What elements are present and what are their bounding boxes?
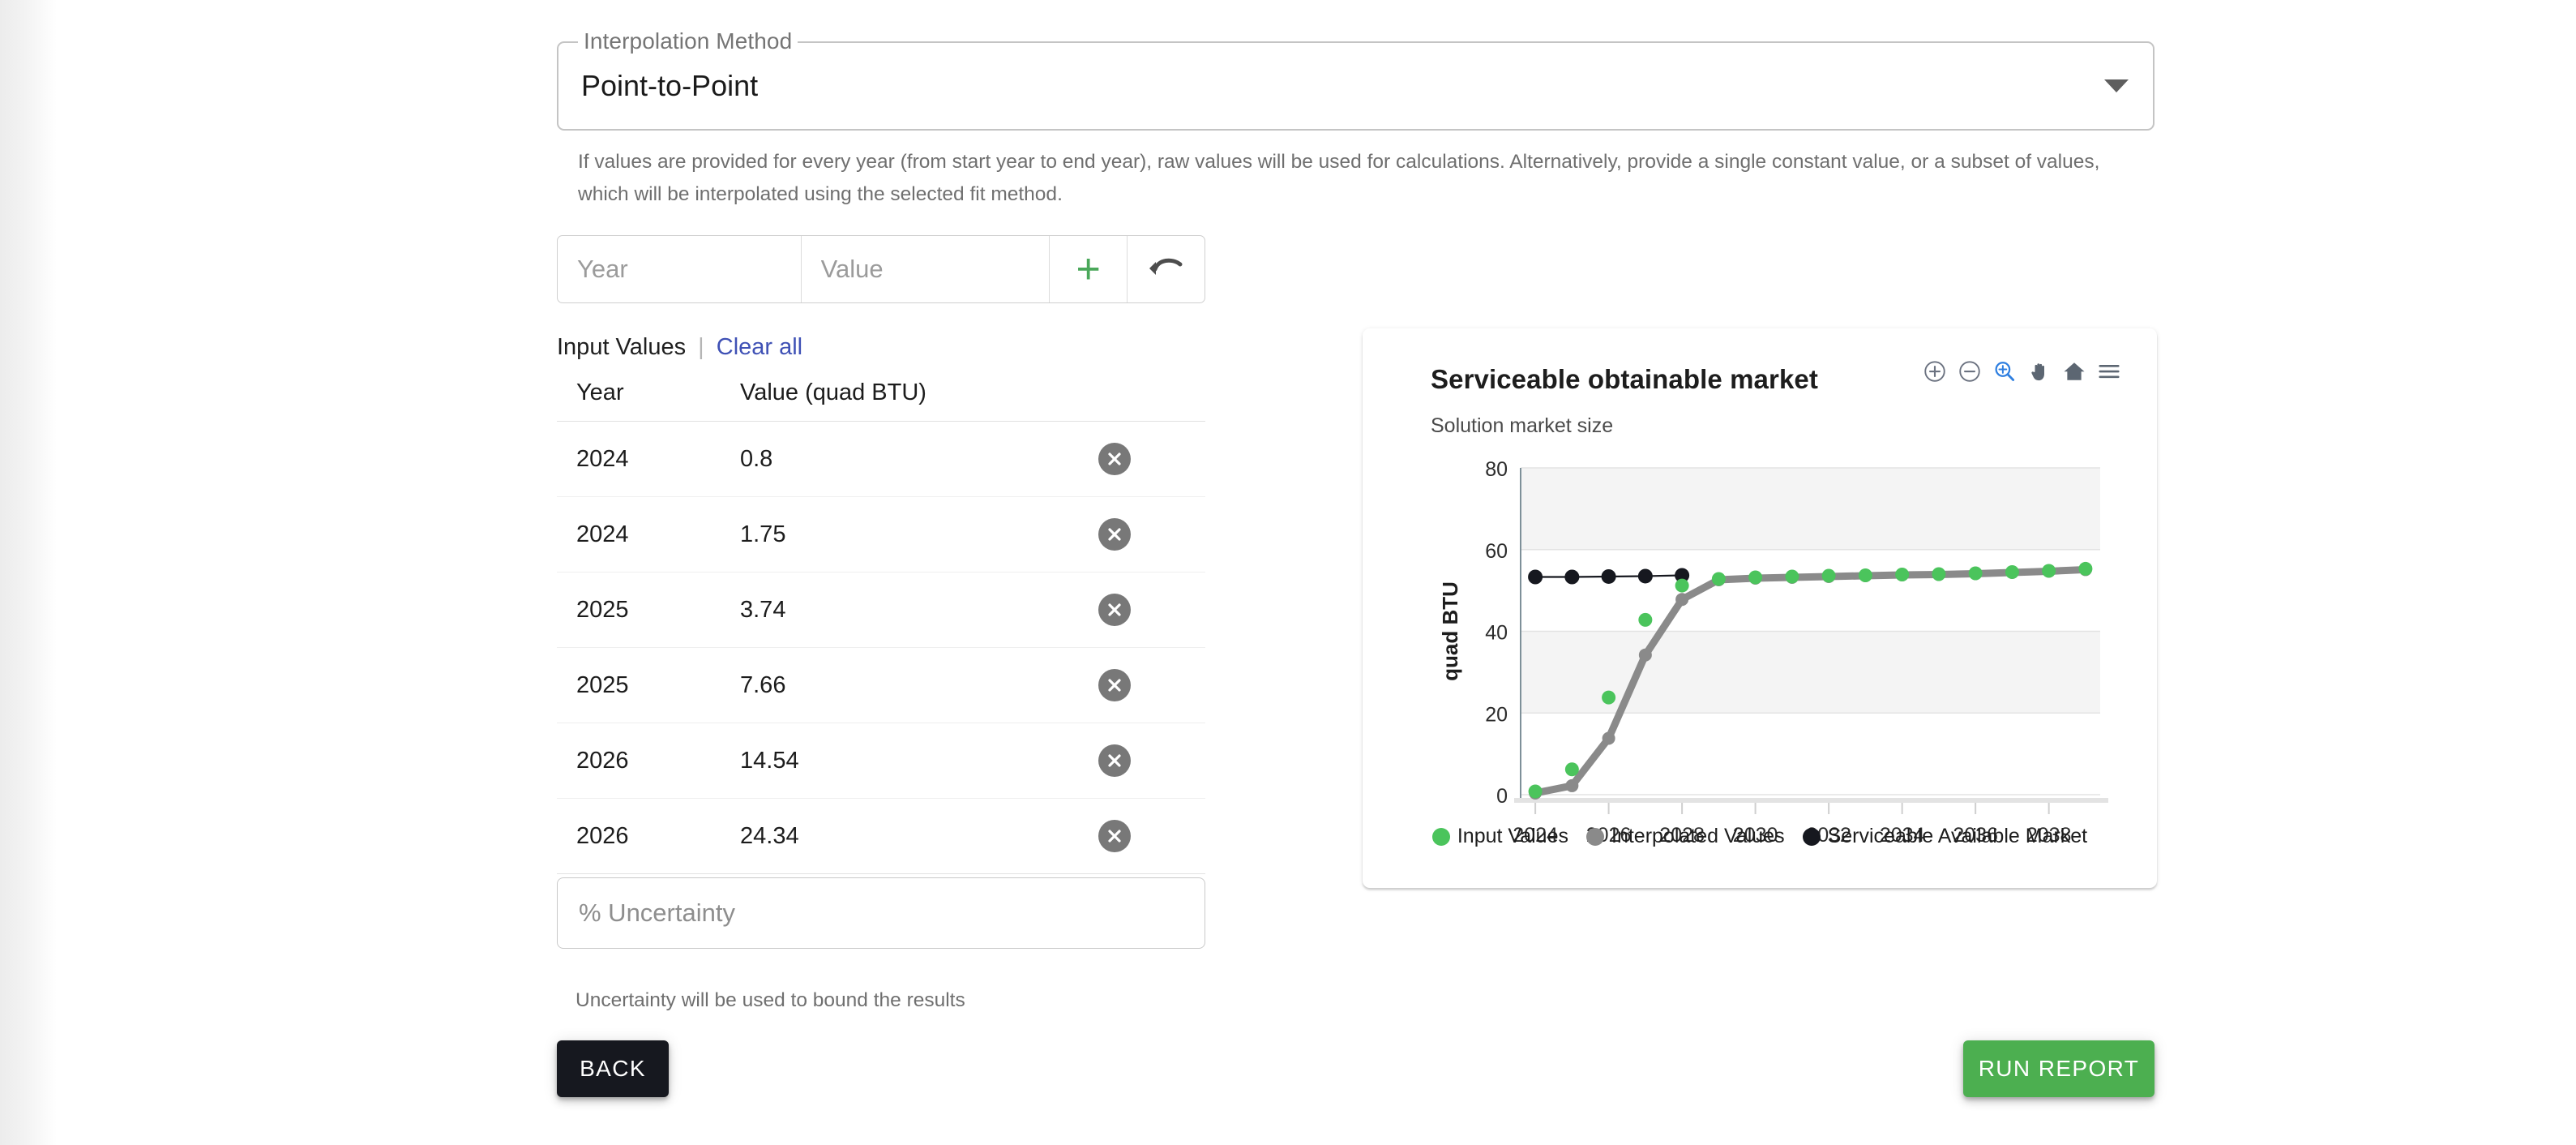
year-field-wrap bbox=[558, 236, 801, 302]
zoom-in-icon[interactable] bbox=[1923, 359, 1947, 384]
legend-item-input-values[interactable]: Input Values bbox=[1431, 825, 1568, 848]
svg-text:0: 0 bbox=[1496, 785, 1508, 808]
delete-row-button[interactable] bbox=[1098, 443, 1131, 475]
cell-year: 2025 bbox=[557, 572, 721, 648]
page-left-gutter bbox=[0, 0, 57, 1145]
close-circle-icon bbox=[1108, 754, 1121, 767]
cell-year: 2024 bbox=[557, 496, 721, 572]
svg-text:60: 60 bbox=[1485, 540, 1508, 563]
interpolation-method-legend: Interpolation Method bbox=[578, 29, 798, 54]
back-button[interactable]: BACK bbox=[557, 1040, 669, 1097]
cell-value: 3.74 bbox=[721, 572, 1093, 648]
cell-actions bbox=[1093, 421, 1205, 497]
chart-plot-area[interactable]: 0204060802024 2026 2028 2030 2032 2034 2036 203… bbox=[1363, 450, 2157, 888]
header-actions bbox=[1093, 365, 1205, 422]
undo-arrow-icon bbox=[1149, 258, 1183, 275]
run-report-button[interactable]: RUN REPORT bbox=[1963, 1040, 2155, 1097]
add-value-button[interactable]: + bbox=[1049, 236, 1127, 302]
svg-text:40: 40 bbox=[1485, 622, 1508, 645]
legend-swatch-input-values bbox=[1431, 827, 1450, 846]
delete-row-button[interactable] bbox=[1098, 594, 1131, 626]
uncertainty-field-wrap bbox=[557, 877, 1205, 949]
zoom-out-icon[interactable] bbox=[1958, 359, 1982, 384]
delete-row-button[interactable] bbox=[1098, 669, 1131, 701]
clear-all-link[interactable]: Clear all bbox=[717, 334, 802, 360]
table-header-row: Year Value (quad BTU) bbox=[557, 365, 1205, 422]
interpolation-selected-value: Point-to-Point bbox=[581, 69, 759, 102]
chart-subtitle: Solution market size bbox=[1431, 414, 1614, 437]
cell-actions bbox=[1093, 723, 1205, 799]
chart-grid-bands bbox=[1521, 468, 2100, 714]
chart-y-axis-label: quad BTU bbox=[1438, 581, 1462, 681]
chart-card: Serviceable obtainable market Solution m… bbox=[1363, 328, 2157, 888]
legend-swatch-interpolated-values bbox=[1586, 827, 1604, 846]
close-circle-icon bbox=[1108, 603, 1121, 616]
svg-text:20: 20 bbox=[1485, 703, 1508, 726]
pan-hand-icon[interactable] bbox=[2027, 359, 2052, 384]
cell-actions bbox=[1093, 798, 1205, 874]
table-row: 2024 1.75 bbox=[557, 496, 1205, 572]
cell-year: 2024 bbox=[557, 421, 721, 497]
input-values-table: Year Value (quad BTU) 2024 0.8 2024 1.75… bbox=[557, 365, 1205, 874]
cell-actions bbox=[1093, 496, 1205, 572]
cell-value: 14.54 bbox=[721, 723, 1093, 799]
table-row: 2026 14.54 bbox=[557, 723, 1205, 799]
header-value: Value (quad BTU) bbox=[721, 365, 1093, 422]
interpolation-method-select[interactable]: Interpolation Method Point-to-Point bbox=[557, 29, 2155, 131]
label-separator: | bbox=[698, 334, 704, 360]
cell-actions bbox=[1093, 647, 1205, 723]
close-circle-icon bbox=[1108, 528, 1121, 541]
delete-row-button[interactable] bbox=[1098, 744, 1131, 777]
plus-icon: + bbox=[1076, 246, 1101, 293]
chevron-down-icon[interactable] bbox=[2104, 79, 2129, 92]
menu-hamburger-icon[interactable] bbox=[2097, 359, 2121, 384]
undo-button[interactable] bbox=[1127, 236, 1205, 302]
close-circle-icon bbox=[1108, 452, 1121, 465]
cell-year: 2025 bbox=[557, 647, 721, 723]
delete-row-button[interactable] bbox=[1098, 820, 1131, 852]
close-circle-icon bbox=[1108, 830, 1121, 843]
cell-year: 2026 bbox=[557, 723, 721, 799]
year-input[interactable] bbox=[558, 254, 801, 285]
input-values-header: Input Values | Clear all bbox=[557, 334, 802, 361]
delete-row-button[interactable] bbox=[1098, 518, 1131, 551]
table-row: 2024 0.8 bbox=[557, 421, 1205, 497]
table-row: 2025 7.66 bbox=[557, 647, 1205, 723]
table-row: 2026 24.34 bbox=[557, 798, 1205, 874]
chart-legend: Input Values Interpolated Values Service… bbox=[1363, 825, 2157, 848]
cell-value: 7.66 bbox=[721, 647, 1093, 723]
chart-title: Serviceable obtainable market bbox=[1431, 364, 1818, 394]
header-year: Year bbox=[557, 365, 721, 422]
input-values-label: Input Values bbox=[557, 334, 687, 360]
legend-label-input-values: Input Values bbox=[1457, 825, 1568, 847]
uncertainty-helper-text: Uncertainty will be used to bound the re… bbox=[576, 989, 965, 1011]
close-circle-icon bbox=[1108, 679, 1121, 692]
legend-item-interpolated-values[interactable]: Interpolated Values bbox=[1586, 825, 1785, 848]
legend-label-serviceable-available-market: Serviceable Available Market bbox=[1827, 825, 2088, 847]
legend-item-serviceable-available-market[interactable]: Serviceable Available Market bbox=[1802, 825, 2088, 848]
home-reset-icon[interactable] bbox=[2062, 359, 2086, 384]
uncertainty-input[interactable] bbox=[558, 898, 1205, 928]
chart-toolbar bbox=[1923, 359, 2121, 384]
interpolation-helper-text: If values are provided for every year (f… bbox=[578, 151, 2100, 205]
cell-value: 1.75 bbox=[721, 496, 1093, 572]
page-root: Interpolation Method Point-to-Point If v… bbox=[57, 0, 2576, 1145]
cell-year: 2026 bbox=[557, 798, 721, 874]
value-input[interactable] bbox=[801, 254, 1050, 285]
cell-value: 24.34 bbox=[721, 798, 1093, 874]
value-field-wrap bbox=[800, 236, 1050, 302]
cell-actions bbox=[1093, 572, 1205, 648]
selection-zoom-icon[interactable] bbox=[1992, 359, 2017, 384]
interpolation-fieldset bbox=[557, 41, 2155, 131]
legend-label-interpolated-values: Interpolated Values bbox=[1611, 825, 1785, 847]
legend-swatch-serviceable-available-market bbox=[1802, 827, 1821, 846]
table-row: 2025 3.74 bbox=[557, 572, 1205, 648]
cell-value: 0.8 bbox=[721, 421, 1093, 497]
add-value-row: + bbox=[557, 235, 1205, 303]
svg-text:quad BTU: quad BTU bbox=[1438, 581, 1462, 681]
svg-text:80: 80 bbox=[1485, 458, 1508, 481]
